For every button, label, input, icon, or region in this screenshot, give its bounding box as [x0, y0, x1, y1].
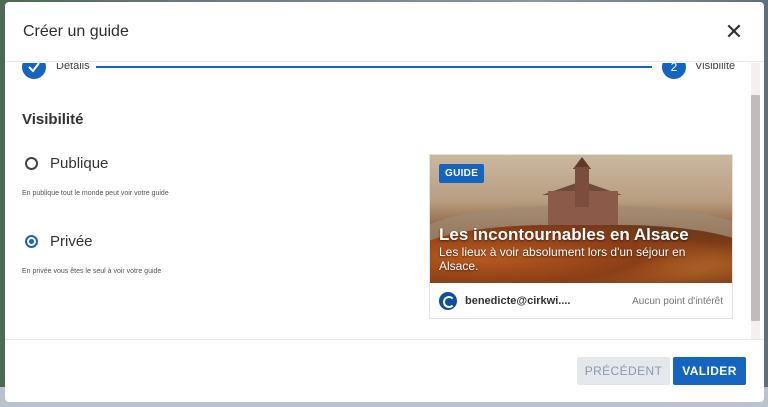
- scrollbar-thumb[interactable]: [751, 95, 760, 321]
- create-guide-modal: Créer un guide ✕ Détails 2 Visibilité Vi…: [5, 2, 764, 402]
- step-connector: [96, 66, 652, 68]
- radio-public-help: En publique tout le monde peut voir votr…: [22, 190, 169, 197]
- author-logo-icon: [439, 292, 457, 310]
- modal-title: Créer un guide: [23, 22, 129, 40]
- radio-private-help: En privée vous êtes le seul à voir votre…: [22, 268, 162, 275]
- guide-preview-card: GUIDE Les incontournables en Alsace Les …: [429, 154, 733, 319]
- poi-count: Aucun point d'intérêt: [632, 295, 723, 307]
- radio-private[interactable]: Privée: [25, 233, 93, 250]
- radio-public-button[interactable]: [25, 157, 38, 170]
- stepper: Détails 2 Visibilité: [22, 63, 742, 85]
- close-icon[interactable]: ✕: [722, 20, 746, 44]
- modal-body: Détails 2 Visibilité Visibilité Publique…: [5, 63, 764, 339]
- guide-subtitle: Les lieux à voir absolument lors d'un sé…: [439, 245, 686, 273]
- radio-private-button[interactable]: [25, 235, 38, 248]
- guide-badge: GUIDE: [439, 164, 485, 183]
- step-number-visibility: 2: [662, 63, 686, 79]
- radio-private-label: Privée: [50, 233, 93, 250]
- radio-public-label: Publique: [50, 155, 109, 172]
- author-name: benedicte@cirkwi....: [465, 295, 571, 307]
- step-label-visibility: Visibilité: [695, 63, 736, 72]
- validate-button[interactable]: VALIDER: [673, 357, 746, 385]
- section-title: Visibilité: [22, 111, 84, 128]
- previous-button[interactable]: PRÉCÉDENT: [577, 357, 670, 385]
- card-footer: benedicte@cirkwi.... Aucun point d'intér…: [430, 283, 732, 319]
- radio-public[interactable]: Publique: [25, 155, 108, 172]
- guide-title: Les incontournables en Alsace: [439, 225, 689, 244]
- modal-header: Créer un guide ✕: [5, 2, 764, 62]
- modal-footer: PRÉCÉDENT VALIDER: [5, 339, 764, 402]
- step-done-icon: [22, 63, 46, 79]
- step-label-details: Détails: [56, 63, 90, 72]
- guide-cover-image: GUIDE Les incontournables en Alsace Les …: [430, 155, 732, 283]
